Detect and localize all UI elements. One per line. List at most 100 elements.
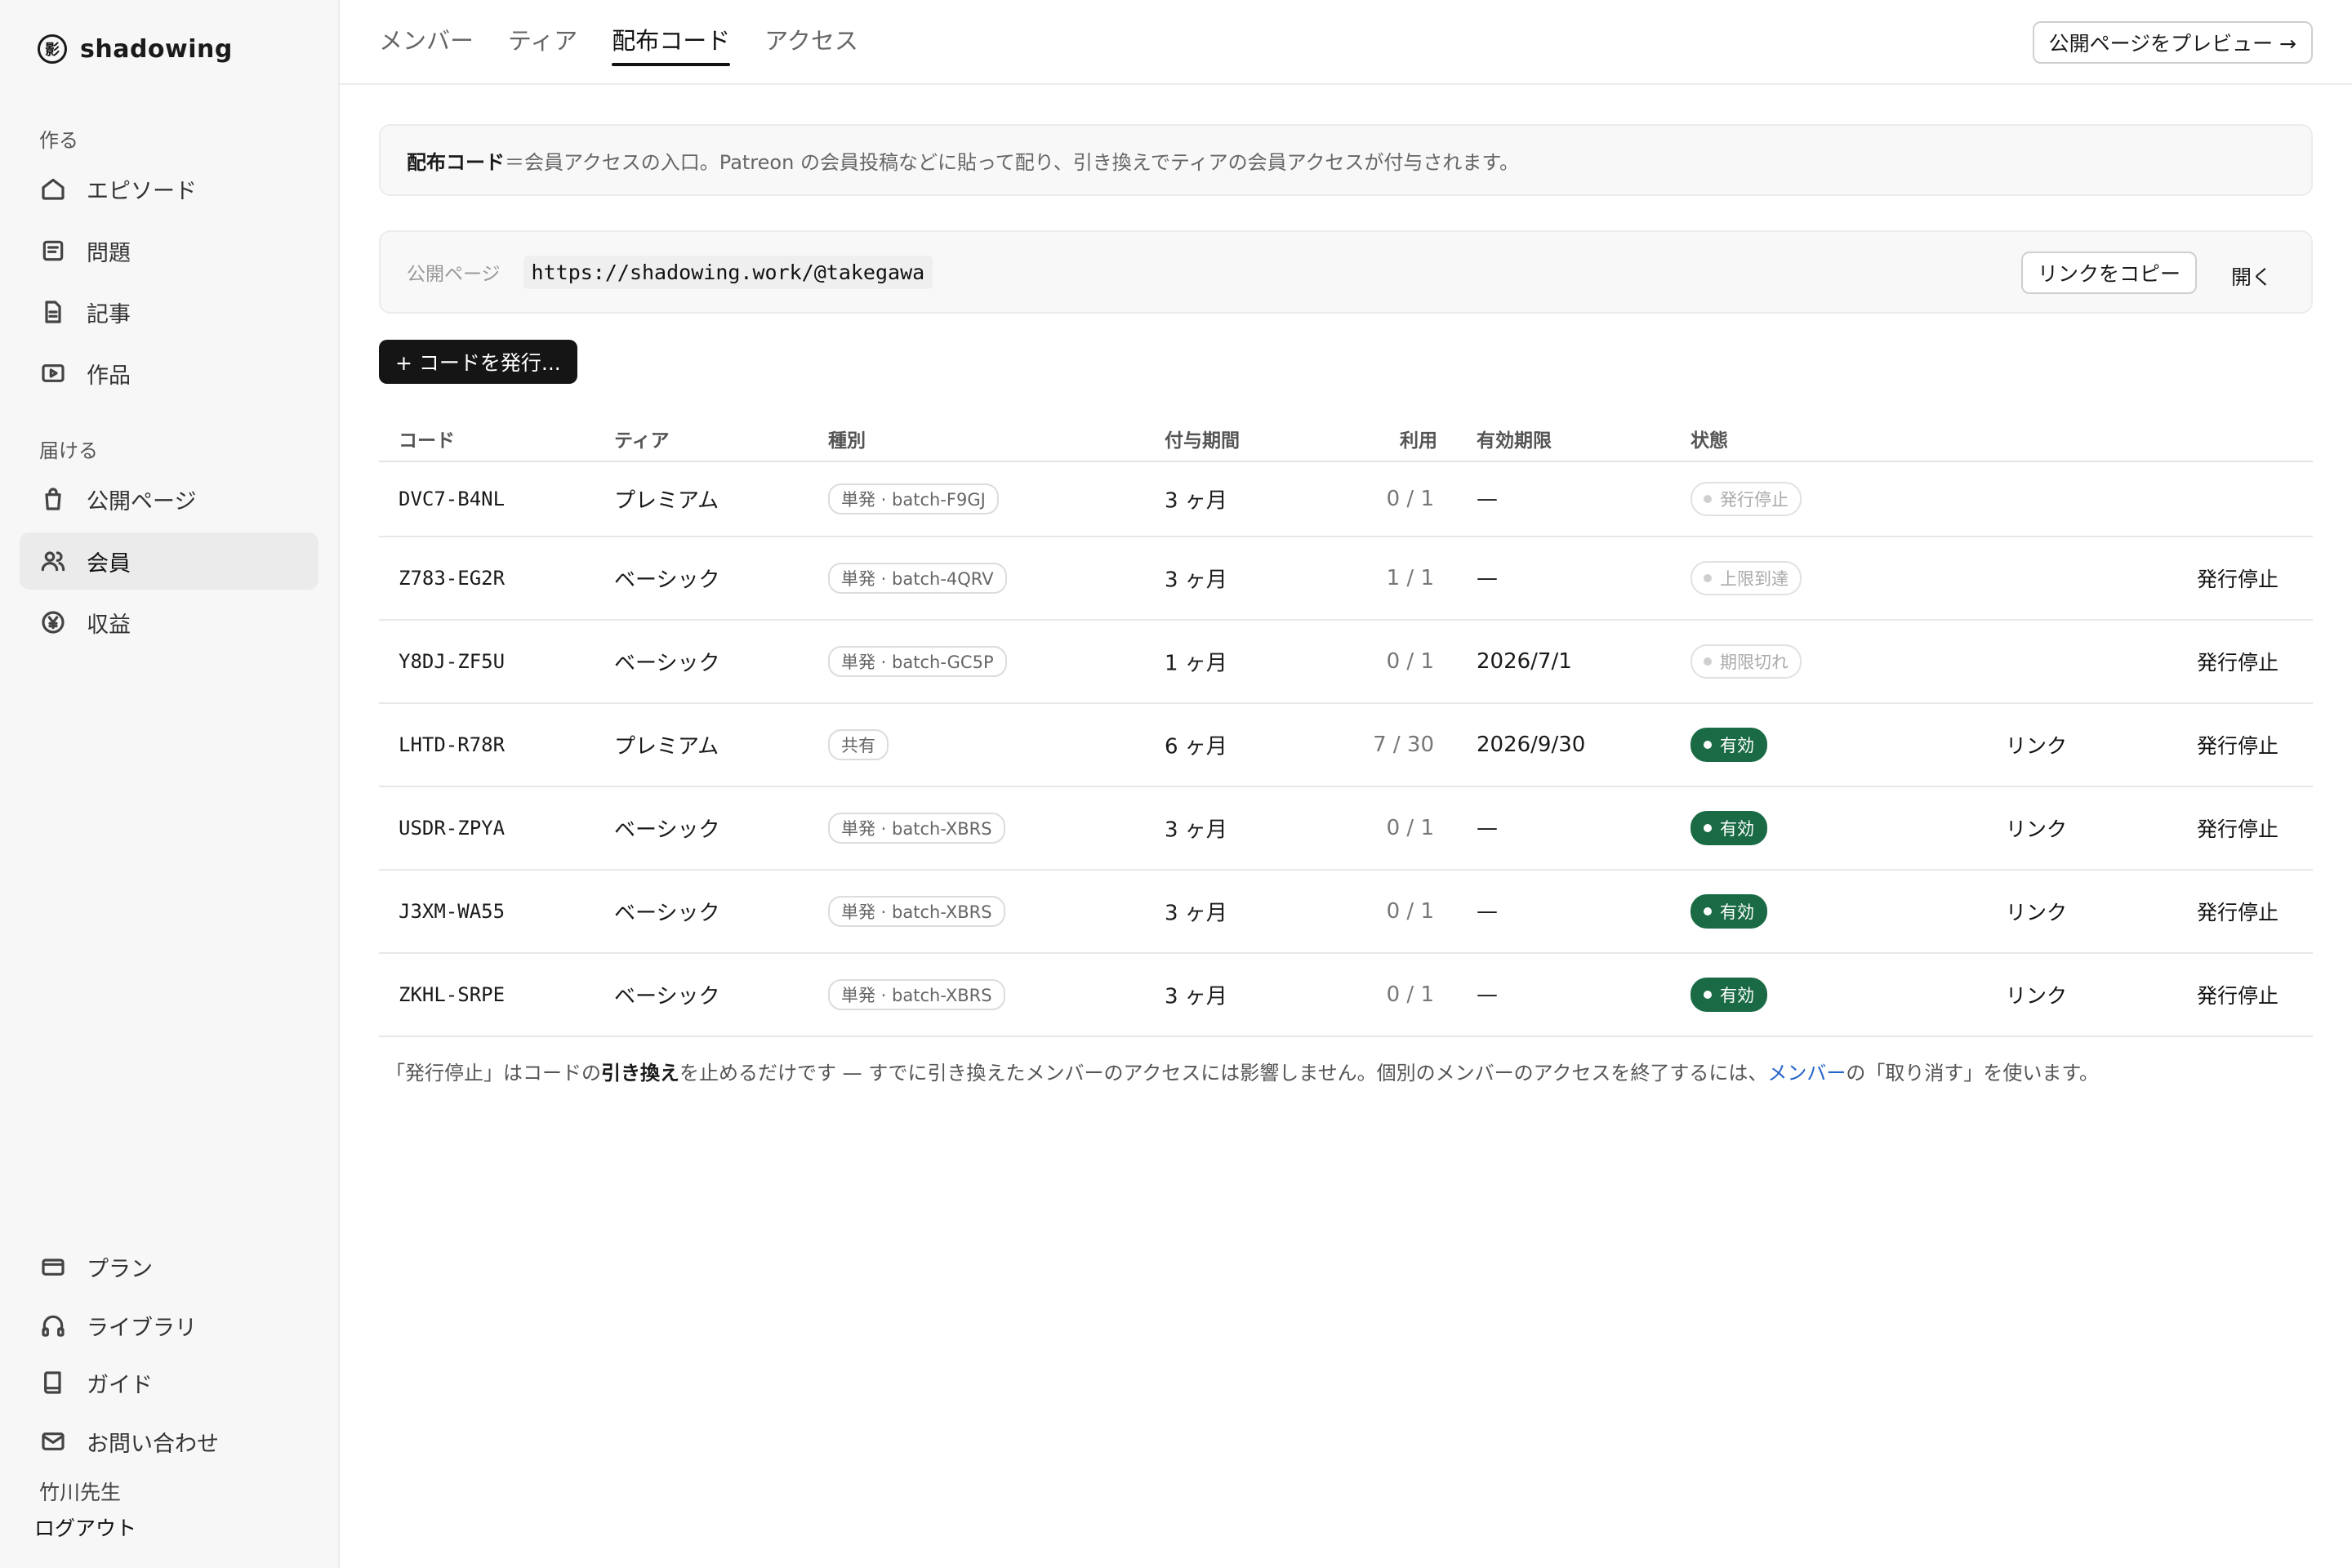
stop-issuing-button[interactable]: 発行停止 [2197, 647, 2278, 676]
kind-badge: 共有 [828, 729, 889, 760]
tab-codes[interactable]: 配布コード [612, 22, 731, 66]
status-badge: 上限到達 [1690, 561, 1802, 595]
usage-cell: 1 / 1 [1386, 566, 1434, 590]
footnote-text: を止めるだけです — すでに引き換えたメンバーのアクセスには影響しません。個別の… [679, 1062, 1768, 1085]
expiry-cell: 2026/7/1 [1477, 649, 1572, 674]
sidebar-item-revenue[interactable]: 収益 [20, 594, 318, 651]
row-link-button[interactable]: リンク [2006, 730, 2067, 760]
issue-code-button[interactable]: + コードを発行... [379, 340, 577, 384]
sidebar-item-library[interactable]: ライブラリ [20, 1297, 318, 1354]
sidebar-item-questions[interactable]: 問題 [20, 222, 318, 279]
section-label-deliver: 届ける [39, 439, 98, 462]
expiry-cell: — [1477, 566, 1498, 590]
table-row: ZKHL-SRPE ベーシック 単発 · batch-XBRS 3 ヶ月 0 / 1 — 有… [379, 954, 2313, 1037]
status-label: 有効 [1720, 736, 1754, 755]
stop-issuing-button[interactable]: 発行停止 [2197, 980, 2278, 1009]
row-link-button[interactable]: リンク [2006, 980, 2067, 1009]
sidebar-item-members[interactable]: 会員 [20, 532, 318, 590]
info-title: 配布コード [407, 150, 505, 174]
status-dot-icon [1704, 574, 1712, 582]
sidebar-item-episodes[interactable]: エピソード [20, 160, 318, 217]
sidebar-item-public-page[interactable]: 公開ページ [20, 470, 318, 528]
status-badge: 有効 [1690, 894, 1767, 929]
code-cell: USDR-ZPYA [399, 817, 506, 840]
usage-cell: 0 / 1 [1386, 982, 1434, 1007]
column-header-status: 状態 [1690, 430, 1728, 452]
column-header-kind: 種別 [828, 430, 866, 452]
period-cell: 3 ヶ月 [1165, 488, 1227, 514]
usage-cell: 0 / 1 [1386, 899, 1434, 924]
stop-issuing-button[interactable]: 発行停止 [2197, 730, 2278, 760]
table-row: J3XM-WA55 ベーシック 単発 · batch-XBRS 3 ヶ月 0 / 1 — 有… [379, 871, 2313, 954]
row-link-button[interactable]: リンク [2006, 813, 2067, 843]
row-link-button[interactable]: リンク [2006, 897, 2067, 926]
status-badge: 発行停止 [1690, 482, 1802, 516]
sidebar-item-label: 問題 [87, 240, 131, 266]
sidebar-item-label: 作品 [87, 363, 131, 389]
tab-members[interactable]: メンバー [379, 22, 474, 61]
code-cell: Z783-EG2R [399, 567, 506, 590]
tab-access[interactable]: アクセス [764, 22, 858, 61]
tab-tiers[interactable]: ティア [508, 22, 577, 61]
stop-issuing-button[interactable]: 発行停止 [2197, 813, 2278, 843]
preview-public-page-button[interactable]: 公開ページをプレビュー → [2032, 21, 2313, 64]
brand-name: shadowing [80, 34, 233, 64]
brand-logo: 影 [38, 34, 67, 64]
status-dot-icon [1704, 495, 1712, 503]
usage-cell: 0 / 1 [1386, 649, 1434, 674]
sidebar-item-guide[interactable]: ガイド [20, 1354, 318, 1411]
tier-cell: プレミアム [614, 488, 719, 514]
stop-issuing-button[interactable]: 発行停止 [2197, 564, 2278, 593]
period-cell: 3 ヶ月 [1165, 901, 1227, 926]
table-row: Z783-EG2R ベーシック 単発 · batch-4QRV 3 ヶ月 1 / 1 — 上… [379, 537, 2313, 621]
expiry-cell: — [1477, 816, 1498, 840]
bag-icon [39, 485, 67, 513]
sidebar-item-contact[interactable]: お問い合わせ [20, 1413, 318, 1470]
sidebar-item-plan[interactable]: プラン [20, 1238, 318, 1295]
status-label: 上限到達 [1720, 569, 1788, 589]
usage-cell: 0 / 1 [1386, 487, 1434, 511]
column-header-code: コード [399, 430, 455, 452]
code-cell: DVC7-B4NL [399, 488, 506, 510]
stop-issuing-button[interactable]: 発行停止 [2197, 897, 2278, 926]
sidebar-item-label: 公開ページ [87, 488, 197, 514]
column-header-period: 付与期間 [1165, 430, 1240, 452]
tier-cell: プレミアム [614, 734, 719, 760]
sidebar-item-works[interactable]: 作品 [20, 345, 318, 402]
open-link[interactable]: 開く [2231, 261, 2272, 291]
kind-badge: 単発 · batch-4QRV [828, 563, 1007, 594]
sidebar-item-label: ガイド [87, 1372, 153, 1398]
period-cell: 3 ヶ月 [1165, 984, 1227, 1009]
card-icon [39, 1253, 67, 1281]
footnote: 「発行停止」はコードの引き換えを止めるだけです — すでに引き換えたメンバーのア… [385, 1057, 2099, 1085]
sidebar-item-articles[interactable]: 記事 [20, 283, 318, 341]
code-cell: ZKHL-SRPE [399, 983, 506, 1006]
column-header-tier: ティア [614, 430, 670, 452]
tier-cell: ベーシック [614, 984, 720, 1009]
play-icon [39, 359, 67, 387]
top-tabs: メンバー ティア 配布コード アクセス 公開ページをプレビュー → [340, 0, 2352, 85]
code-cell: LHTD-R78R [399, 733, 506, 756]
status-dot-icon [1704, 741, 1712, 749]
public-page-panel: 公開ページ https://shadowing.work/@takegawa リ… [379, 230, 2313, 314]
expiry-cell: — [1477, 982, 1498, 1007]
public-page-label: 公開ページ [407, 264, 501, 285]
copy-link-button[interactable]: リンクをコピー [2020, 252, 2197, 294]
status-label: 期限切れ [1720, 653, 1788, 672]
public-page-url: https://shadowing.work/@takegawa [523, 255, 933, 289]
section-label-create: 作る [39, 129, 78, 152]
expiry-cell: 2026/9/30 [1477, 733, 1586, 757]
status-dot-icon [1704, 991, 1712, 999]
logout-link[interactable]: ログアウト [34, 1512, 136, 1542]
status-dot-icon [1704, 824, 1712, 832]
column-header-usage: 利用 [1400, 430, 1437, 452]
table-row: Y8DJ-ZF5U ベーシック 単発 · batch-GC5P 1 ヶ月 0 / 1 20… [379, 621, 2313, 704]
home-icon [39, 175, 67, 203]
brand[interactable]: 影 shadowing [38, 34, 233, 64]
table-body: DVC7-B4NL プレミアム 単発 · batch-F9GJ 3 ヶ月 0 / 1 — 発… [379, 462, 2313, 1037]
table-row: USDR-ZPYA ベーシック 単発 · batch-XBRS 3 ヶ月 0 / 1 — 有… [379, 787, 2313, 871]
code-cell: Y8DJ-ZF5U [399, 650, 506, 673]
sidebar-item-label: ライブラリ [87, 1315, 197, 1341]
expiry-cell: — [1477, 487, 1498, 511]
members-link[interactable]: メンバー [1767, 1062, 1846, 1085]
